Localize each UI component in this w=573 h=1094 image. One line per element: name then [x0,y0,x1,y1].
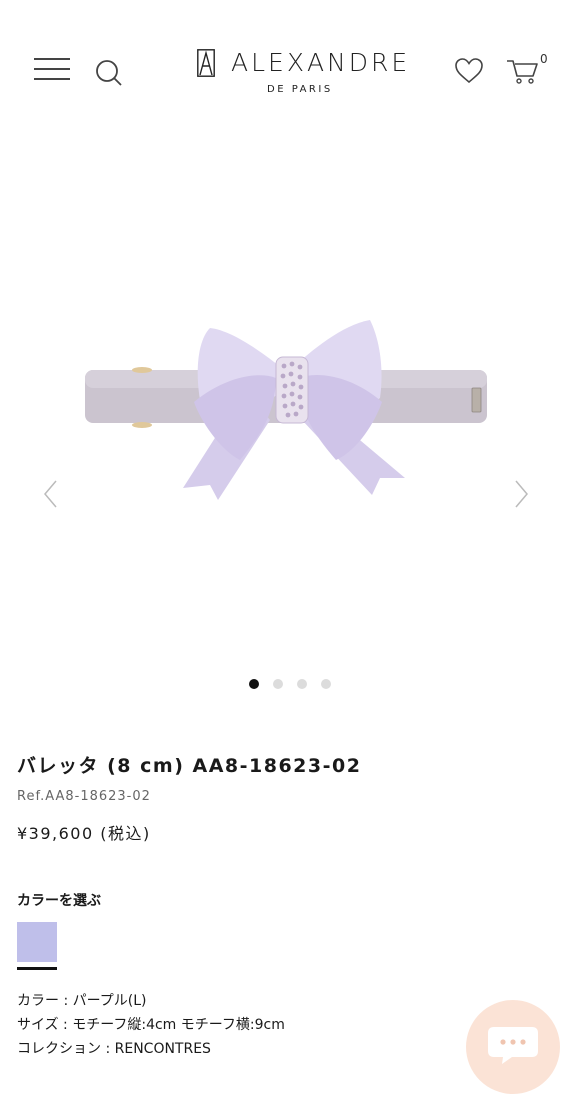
search-icon[interactable] [94,58,124,88]
cart-icon[interactable] [505,56,539,86]
selected-swatch-indicator [17,967,57,970]
product-image-barrette [85,320,487,500]
cart-count-badge: 0 [540,52,548,66]
product-price: ¥39,600 (税込) [17,824,151,843]
hamburger-menu-icon[interactable] [34,58,70,84]
carousel-dot-3[interactable] [297,679,307,689]
color-swatch-purple[interactable] [17,922,57,962]
product-title: バレッタ (8 cm) AA8-18623-02 [17,755,362,777]
spec-color: カラー : パープル(L) [17,993,147,1009]
chevron-right-icon[interactable] [510,478,532,510]
logo-text: ALEXANDRE [231,48,411,77]
brand-logo[interactable]: ALEXANDRE DE PARIS [195,46,407,98]
header: ALEXANDRE DE PARIS 0 [0,0,573,120]
alexandre-logo-mark [197,49,215,77]
carousel-dot-4[interactable] [321,679,331,689]
carousel-dot-2[interactable] [273,679,283,689]
heart-icon[interactable] [454,57,484,85]
color-select-heading: カラーを選ぶ [17,893,101,909]
spec-size: サイズ : モチーフ縦:4cm モチーフ横:9cm [17,1017,285,1033]
logo-subtitle: DE PARIS [267,84,333,95]
carousel-dot-1[interactable] [249,679,259,689]
chevron-left-icon[interactable] [40,478,62,510]
spec-collection: コレクション : RENCONTRES [17,1041,211,1057]
product-reference: Ref.AA8-18623-02 [17,789,151,804]
chat-icon [488,1027,538,1064]
